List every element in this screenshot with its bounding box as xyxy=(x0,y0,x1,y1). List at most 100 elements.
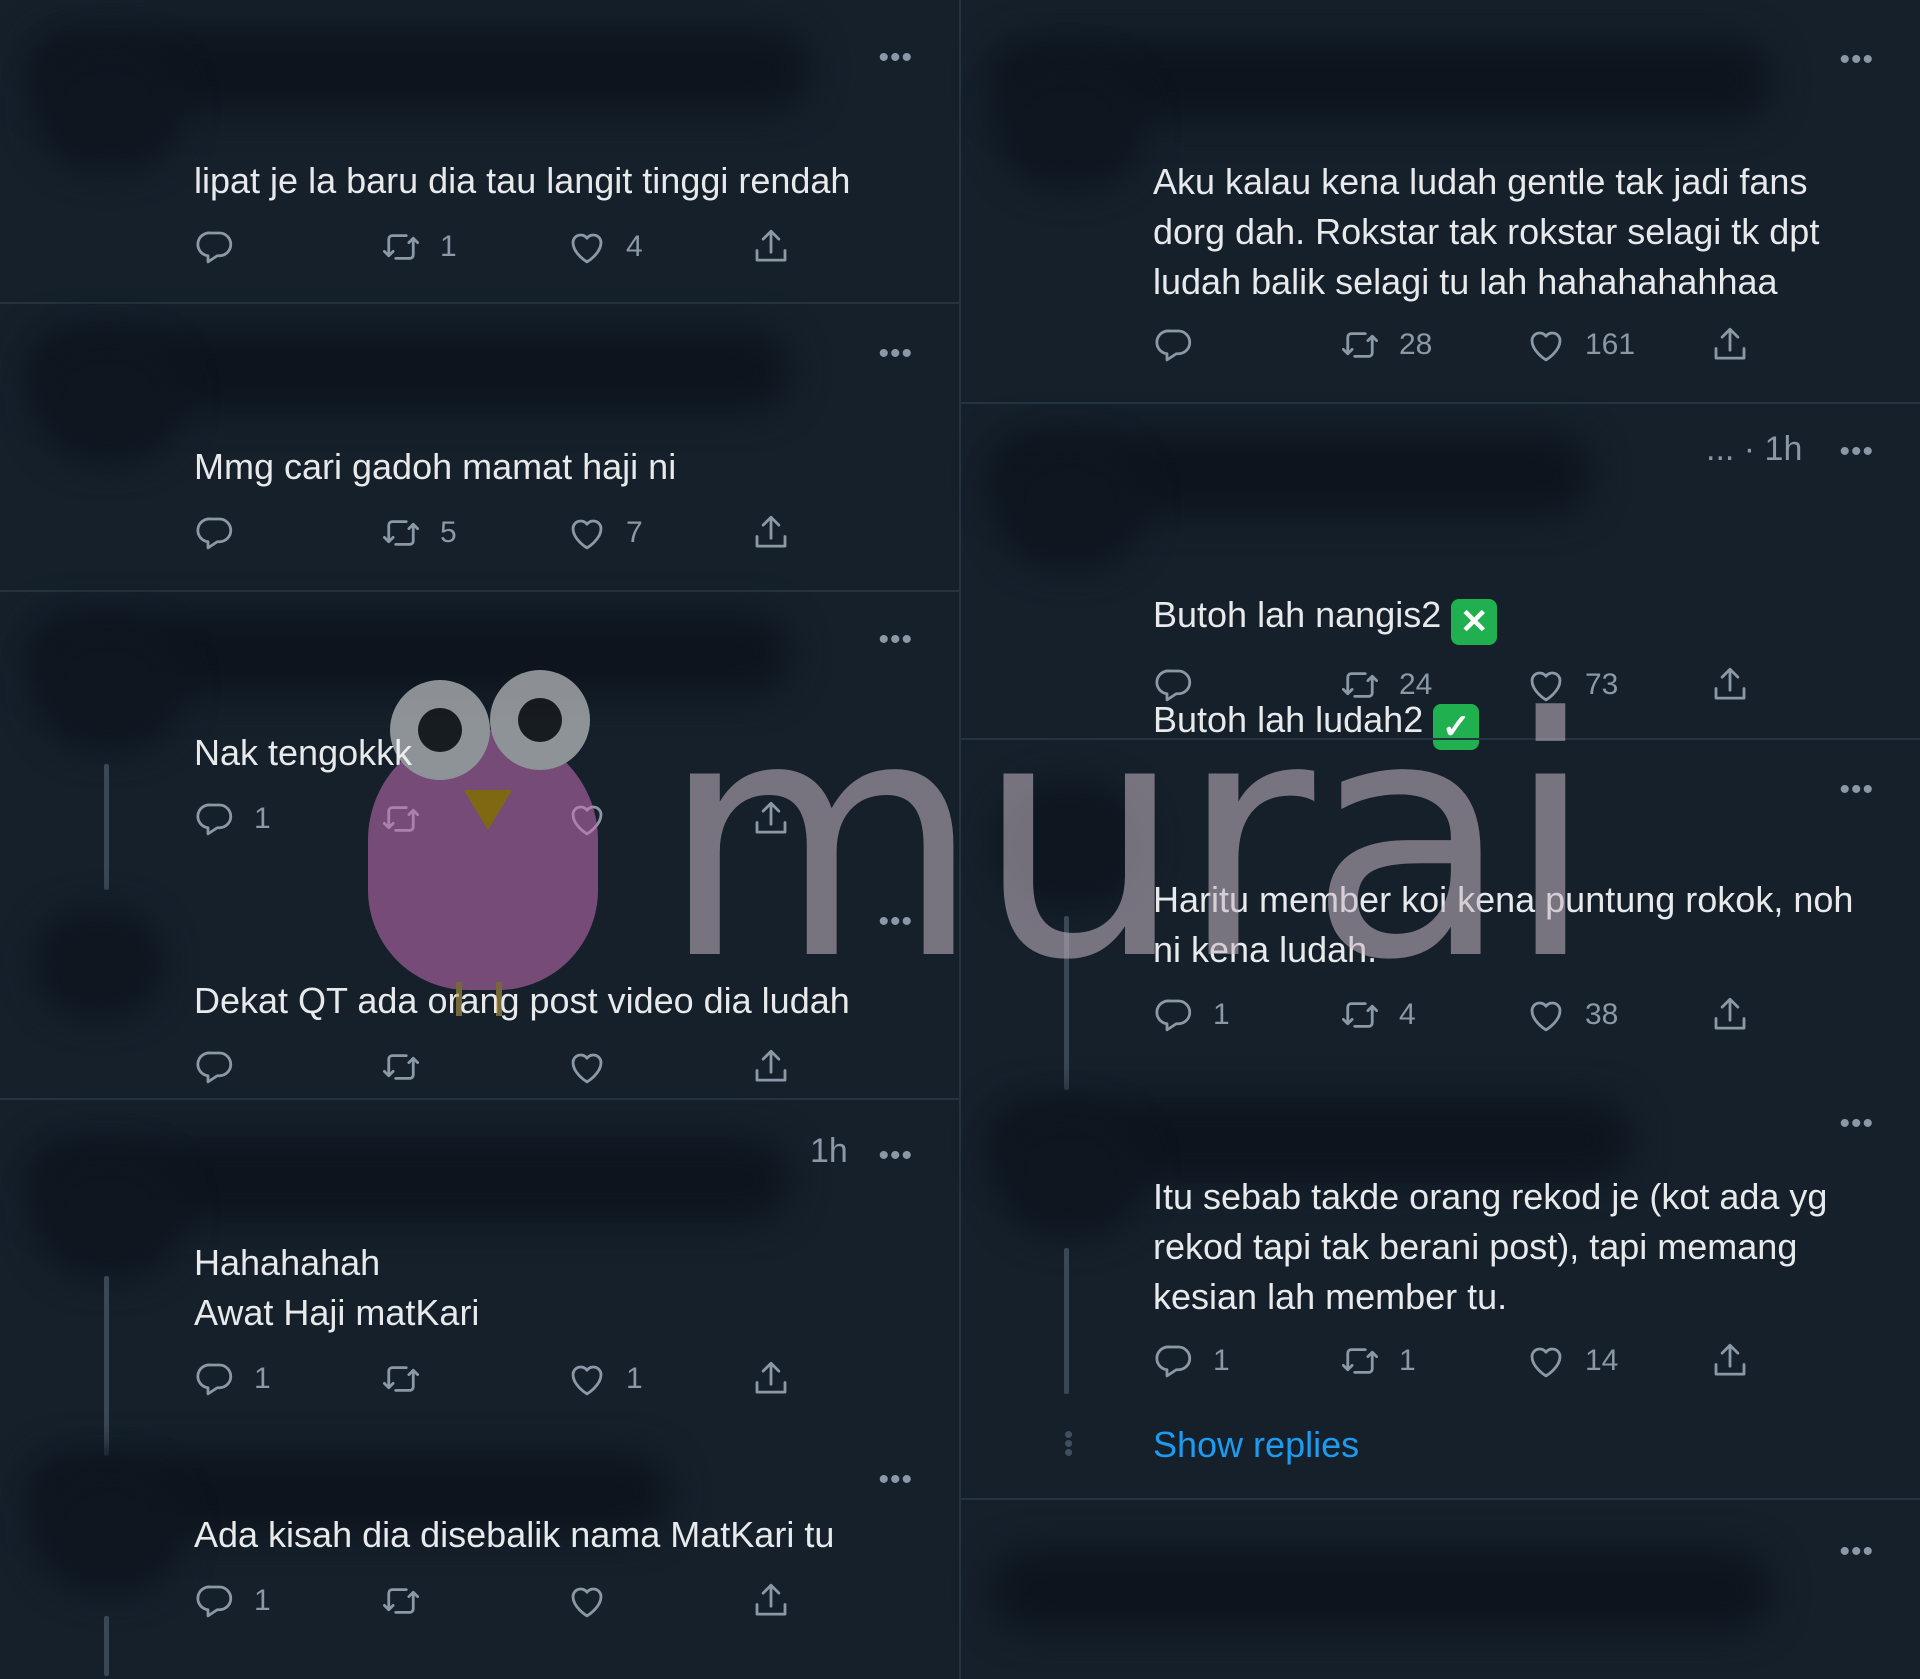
share-button[interactable] xyxy=(750,1576,792,1626)
like-button[interactable]: 38 xyxy=(1525,990,1618,1040)
more-icon[interactable]: ••• xyxy=(878,625,913,655)
redacted-author xyxy=(991,1550,1771,1630)
avatar xyxy=(34,1464,184,1594)
retweet-count: 28 xyxy=(1399,328,1433,361)
tweet-card[interactable]: ••• Haritu member koi kena puntung rokok… xyxy=(961,740,1920,1090)
reply-count: 1 xyxy=(1213,998,1230,1031)
retweet-icon xyxy=(1339,1340,1381,1382)
reply-button[interactable] xyxy=(1153,660,1213,710)
more-icon[interactable]: ••• xyxy=(878,1465,913,1495)
retweet-button[interactable] xyxy=(380,1042,440,1092)
reply-count: 1 xyxy=(1213,1344,1230,1377)
retweet-button[interactable] xyxy=(380,1576,440,1626)
tweet-text: Ada kisah dia disebalik nama MatKari tu xyxy=(194,1514,835,1555)
like-icon xyxy=(1525,1340,1567,1382)
reply-button[interactable] xyxy=(1153,320,1213,370)
like-button[interactable] xyxy=(566,794,626,844)
tweet-card[interactable]: ••• Itu sebab takde orang rekod je (kot … xyxy=(961,1080,1920,1500)
text-line: Butoh lah nangis2 ✕ xyxy=(1153,590,1880,645)
cross-mark-icon: ✕ xyxy=(1451,599,1498,645)
avatar xyxy=(995,60,1145,190)
like-button[interactable]: 73 xyxy=(1525,660,1618,710)
like-button[interactable] xyxy=(566,1576,626,1626)
like-count: 73 xyxy=(1585,668,1619,701)
more-icon[interactable]: ••• xyxy=(878,339,913,369)
share-icon xyxy=(750,1358,792,1400)
tweet-card[interactable]: 1h ••• Hahahahah Awat Haji matKari 1 1 xyxy=(0,1100,959,1456)
more-icon[interactable]: ••• xyxy=(1839,1109,1874,1139)
reply-icon xyxy=(194,1046,236,1088)
reply-button[interactable]: 1 xyxy=(194,1576,271,1626)
like-count: 1 xyxy=(626,1362,643,1395)
tweet-card[interactable]: ••• Nak tengokkk 1 xyxy=(0,592,959,890)
share-button[interactable] xyxy=(750,794,792,844)
retweet-button[interactable]: 5 xyxy=(380,508,457,558)
share-button[interactable] xyxy=(1709,320,1751,370)
tweet-text: Itu sebab takde orang rekod je (kot ada … xyxy=(1153,1176,1828,1317)
tweet-card[interactable]: ••• Ada kisah dia disebalik nama MatKari… xyxy=(0,1440,959,1679)
thread-line xyxy=(1064,916,1069,1090)
share-icon xyxy=(750,512,792,554)
reply-count: 1 xyxy=(254,802,271,835)
reply-button[interactable] xyxy=(194,222,254,272)
like-count: 4 xyxy=(626,230,643,263)
tweet-card[interactable]: ••• Mmg cari gadoh mamat haji ni 5 7 xyxy=(0,304,959,592)
share-button[interactable] xyxy=(1709,1336,1751,1386)
avatar xyxy=(34,42,184,172)
like-button[interactable]: 161 xyxy=(1525,320,1635,370)
like-button[interactable]: 14 xyxy=(1525,1336,1618,1386)
reply-icon xyxy=(1153,1340,1195,1382)
more-icon[interactable]: ••• xyxy=(878,907,913,937)
like-button[interactable]: 4 xyxy=(566,222,643,272)
share-icon xyxy=(1709,1340,1751,1382)
avatar xyxy=(34,334,184,464)
share-button[interactable] xyxy=(750,222,792,272)
retweet-button[interactable] xyxy=(380,794,440,844)
show-replies-link[interactable]: Show replies xyxy=(1153,1424,1359,1466)
more-icon[interactable]: ••• xyxy=(1839,45,1874,75)
retweet-button[interactable] xyxy=(380,1354,440,1404)
more-icon[interactable]: ••• xyxy=(1839,437,1874,467)
retweet-button[interactable]: 28 xyxy=(1339,320,1432,370)
reply-button[interactable]: 1 xyxy=(194,1354,271,1404)
retweet-button[interactable]: 4 xyxy=(1339,990,1416,1040)
tweet-card[interactable]: ... · 1h ••• Butoh lah nangis2 ✕ Butoh la… xyxy=(961,404,1920,750)
share-button[interactable] xyxy=(750,1042,792,1092)
share-button[interactable] xyxy=(750,1354,792,1404)
reply-button[interactable] xyxy=(194,1042,254,1092)
tweet-card[interactable]: ••• Dekat QT ada orang post video dia lu… xyxy=(0,868,959,1100)
tweet-card[interactable]: ••• lipat je la baru dia tau langit ting… xyxy=(0,0,959,304)
tweet-text: Dekat QT ada orang post video dia ludah xyxy=(194,980,850,1021)
reply-button[interactable]: 1 xyxy=(1153,990,1230,1040)
share-button[interactable] xyxy=(1709,660,1751,710)
reply-button[interactable]: 1 xyxy=(1153,1336,1230,1386)
like-icon xyxy=(566,1580,608,1622)
reply-button[interactable]: 1 xyxy=(194,794,271,844)
share-button[interactable] xyxy=(1709,990,1751,1040)
share-icon xyxy=(1709,324,1751,366)
share-icon xyxy=(1709,664,1751,706)
tweet-card[interactable]: ••• xyxy=(961,1500,1920,1679)
retweet-button[interactable]: 1 xyxy=(1339,1336,1416,1386)
retweet-icon xyxy=(380,1046,422,1088)
like-icon xyxy=(566,1358,608,1400)
more-icon[interactable]: ••• xyxy=(1839,775,1874,805)
tweet-text: Mmg cari gadoh mamat haji ni xyxy=(194,446,677,487)
avatar xyxy=(34,908,164,1018)
like-button[interactable] xyxy=(566,1042,626,1092)
avatar xyxy=(34,1150,184,1280)
tweet-text: Aku kalau kena ludah gentle tak jadi fan… xyxy=(1153,161,1820,302)
more-icon[interactable]: ••• xyxy=(878,43,913,73)
more-icon[interactable]: ••• xyxy=(878,1141,913,1171)
like-button[interactable]: 1 xyxy=(566,1354,643,1404)
retweet-button[interactable]: 1 xyxy=(380,222,457,272)
retweet-icon xyxy=(380,226,422,268)
more-icon[interactable]: ••• xyxy=(1839,1537,1874,1567)
share-button[interactable] xyxy=(750,508,792,558)
tweet-card[interactable]: ••• Aku kalau kena ludah gentle tak jadi… xyxy=(961,0,1920,404)
reply-button[interactable] xyxy=(194,508,254,558)
retweet-button[interactable]: 24 xyxy=(1339,660,1432,710)
tweet-time: 1h xyxy=(810,1132,848,1170)
like-icon xyxy=(566,512,608,554)
like-button[interactable]: 7 xyxy=(566,508,643,558)
